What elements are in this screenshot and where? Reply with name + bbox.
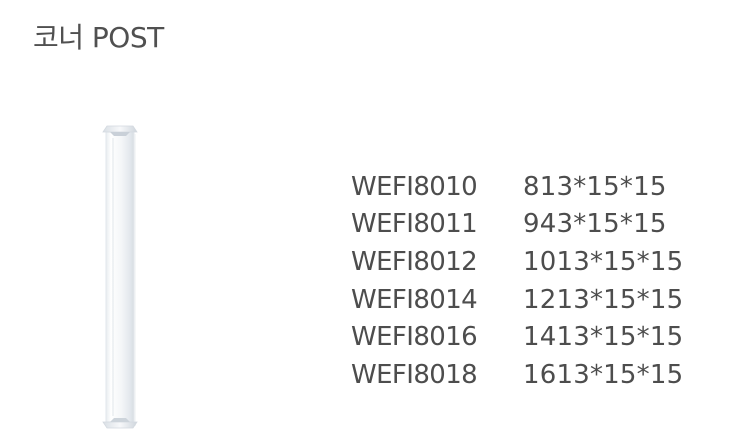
model-code: WEFI8010	[351, 171, 478, 202]
spec-row: WEFI8012 1013*15*15	[351, 243, 731, 281]
spec-row: WEFI8018 1613*15*15	[351, 356, 731, 394]
dimension: 813*15*15	[523, 171, 667, 202]
corner-post-icon	[102, 125, 138, 429]
dimension: 1613*15*15	[523, 359, 684, 390]
spec-row: WEFI8011 943*15*15	[351, 206, 731, 244]
model-code: WEFI8012	[351, 246, 478, 277]
spec-row: WEFI8010 813*15*15	[351, 168, 731, 206]
dimension: 1013*15*15	[523, 246, 684, 277]
model-code: WEFI8016	[351, 322, 478, 353]
model-code: WEFI8018	[351, 359, 478, 390]
dimension: 1213*15*15	[523, 284, 684, 315]
model-code: WEFI8011	[351, 209, 478, 240]
spec-row: WEFI8014 1213*15*15	[351, 281, 731, 319]
dimension: 943*15*15	[523, 209, 667, 240]
model-code: WEFI8014	[351, 284, 478, 315]
page-title: 코너 POST	[33, 21, 164, 54]
spec-table: WEFI8010 813*15*15 WEFI8011 943*15*15 WE…	[351, 168, 731, 394]
spec-row: WEFI8016 1413*15*15	[351, 318, 731, 356]
dimension: 1413*15*15	[523, 322, 684, 353]
